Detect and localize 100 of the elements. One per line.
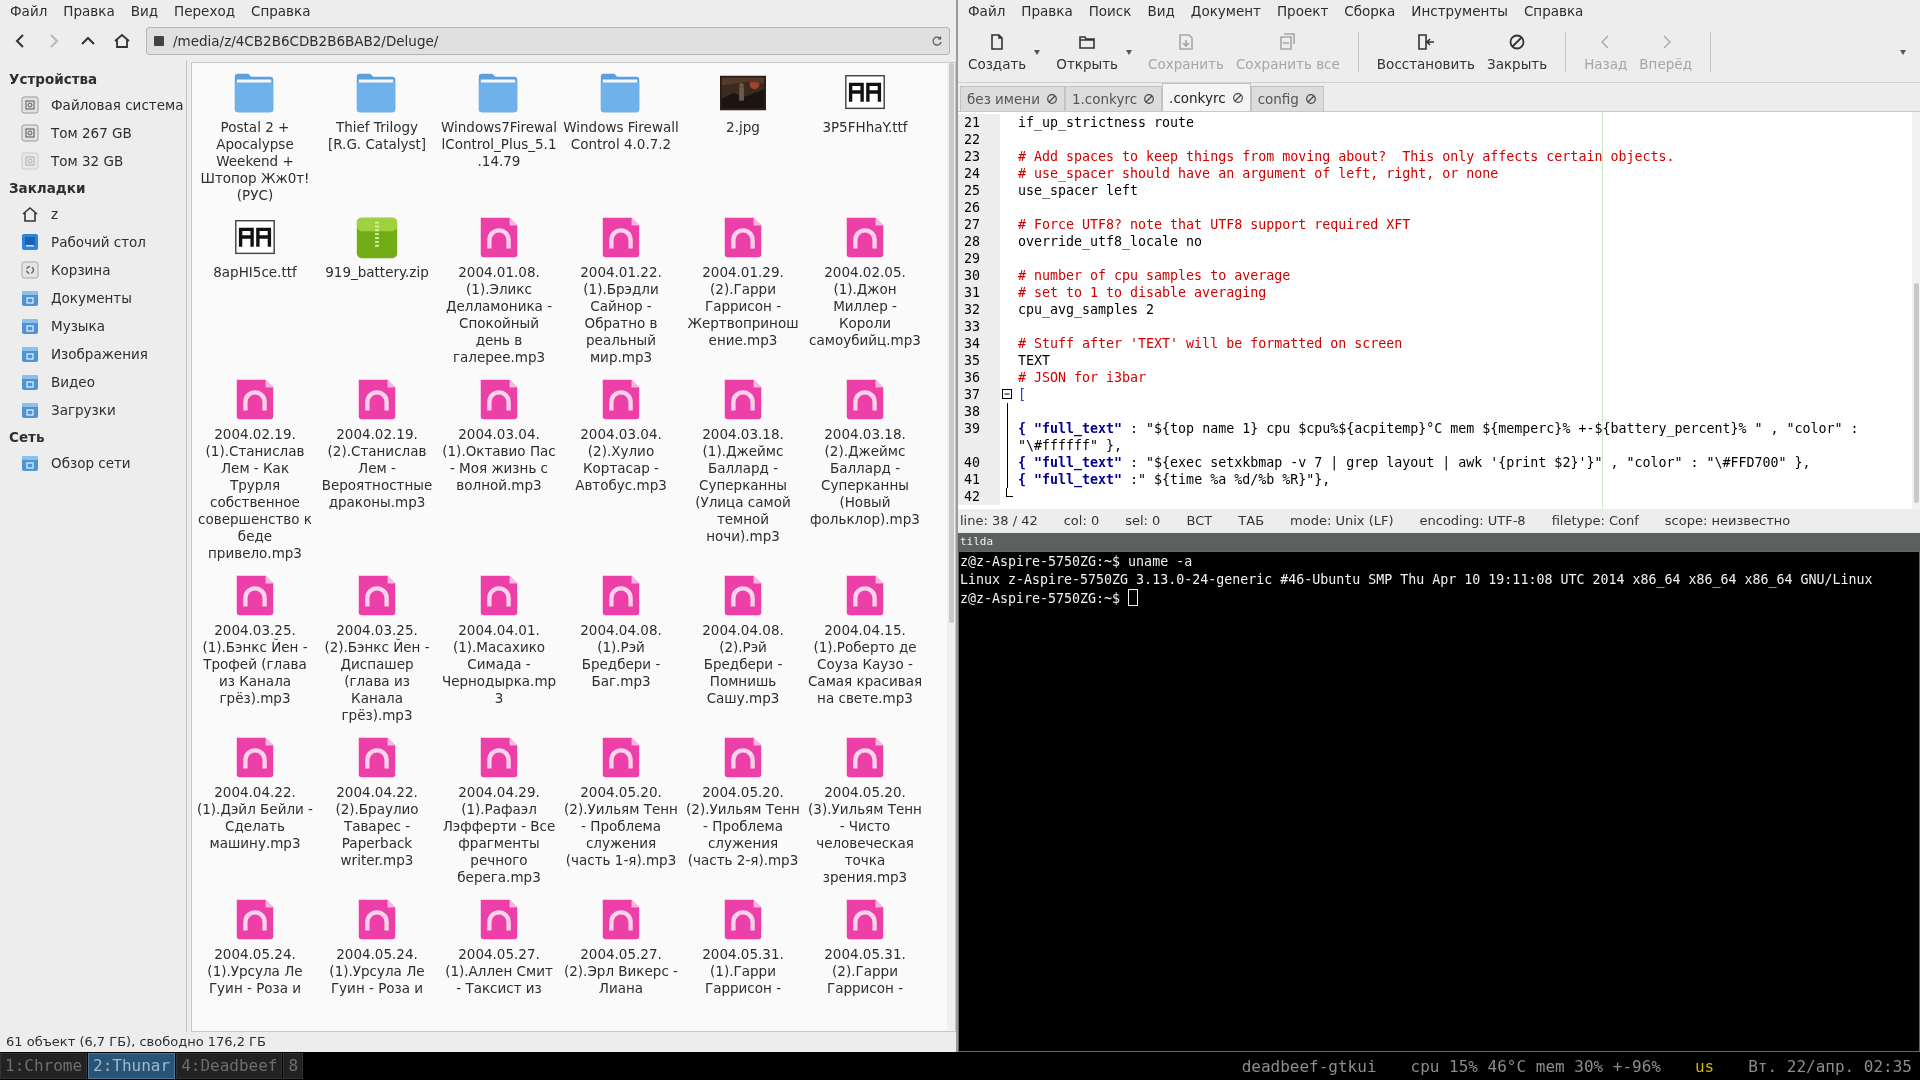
scrollbar-thumb[interactable] — [949, 63, 954, 623]
menu-item[interactable]: Инструменты — [1403, 3, 1516, 19]
file-name[interactable]: 2004.04.29. (1).Рафаэл Лэфферти - Все фрагменты речного берега.mp3 — [441, 784, 557, 886]
tab[interactable]: 1.conkyrc — [1064, 86, 1163, 111]
sidebar-heading: Сеть — [8, 428, 46, 447]
tab[interactable]: без имени — [960, 86, 1065, 111]
close-icon[interactable] — [1045, 93, 1058, 105]
status-text: deadbeef-gtkui — [1241, 1056, 1377, 1076]
overflow-icon[interactable] — [1898, 47, 1908, 57]
file-name[interactable]: Thief Trilogy [R.G. Catalyst] — [319, 119, 435, 153]
file-name[interactable]: 2004.05.24. (1).Урсула Ле Гуин - Роза и — [319, 946, 435, 997]
file-name[interactable]: 2.jpg — [685, 119, 801, 136]
file-name[interactable]: 2004.05.27. (1).Аллен Смит - Таксист из — [441, 946, 557, 997]
home-icon[interactable] — [112, 31, 132, 51]
line-number: 41 — [958, 471, 1000, 488]
file-name[interactable]: Postal 2 + Apocalypse Weekend + Штопор Жж0т! (РУС) — [197, 119, 313, 204]
file-name[interactable]: 2004.04.08. (1).Рэй Бредбери - Баг.mp3 — [563, 622, 679, 690]
drive-icon — [153, 35, 165, 47]
caret-icon[interactable] — [1124, 47, 1134, 57]
file-name[interactable]: 2004.03.25. (2).Бэнкс Йен - Диспашер (глава из Канала грёз).mp3 — [319, 622, 435, 724]
close-icon[interactable] — [1143, 93, 1156, 105]
file-name[interactable]: 2004.03.04. (2).Хулио Кортасар - Автобус.mp3 — [563, 426, 679, 494]
file-name[interactable]: 2004.03.25. (1).Бэнкс Йен - Трофей (глава из Канала грёз).mp3 — [197, 622, 313, 707]
file-name[interactable]: 2004.04.22. (2).Браулио Таварес - Paperback writer.mp3 — [319, 784, 435, 869]
file-name[interactable]: Windows7FirewallControl_Plus_5.1.14.79 — [441, 119, 557, 170]
file-name[interactable]: 2004.03.04. (1).Октавио Пас - Моя жизнь с волной.mp3 — [441, 426, 557, 494]
line-number: 42 — [958, 488, 1000, 505]
close-icon[interactable] — [1304, 93, 1317, 105]
file-name[interactable]: 8apHI5ce.ttf — [197, 264, 313, 281]
file-name[interactable]: 3P5FHhaY.ttf — [807, 119, 923, 136]
code-line: # JSON for i3bar — [1018, 369, 1148, 386]
scrollbar-thumb[interactable] — [1914, 283, 1919, 503]
reload-icon[interactable] — [931, 35, 943, 47]
tab[interactable]: config — [1250, 86, 1324, 111]
file-name[interactable]: 2004.04.01. (1).Масахико Симада - Чернодырка.mp3 — [441, 622, 557, 707]
sidebar-item[interactable]: Рабочий стол — [51, 234, 146, 250]
file-name[interactable]: 2004.01.29. (2).Гарри Гаррисон - Жертвоприношение.mp3 — [685, 264, 801, 349]
file-name[interactable]: 2004.05.31. (2).Гарри Гаррисон - — [807, 946, 923, 997]
toolbar-button[interactable]: Восстановить — [1370, 28, 1481, 76]
file-name[interactable]: 2004.03.18. (1).Джеймс Баллард - Суперканны (Улица самой темной ночи).mp3 — [685, 426, 801, 545]
sidebar-item[interactable]: Загрузки — [51, 402, 116, 418]
menu-item[interactable]: Справка — [243, 3, 319, 19]
file-name[interactable]: Windows Firewall Control 4.0.7.2 — [563, 119, 679, 153]
menu-item[interactable]: Сборка — [1336, 3, 1404, 19]
file-name[interactable]: 2004.01.22. (1).Брэдли Сайнор - Обратно в реальный мир.mp3 — [563, 264, 679, 366]
menu-item[interactable]: Поиск — [1080, 3, 1140, 19]
file-name[interactable]: 2004.05.20. (3).Уильям Тенн - Чисто человеческая точка зрения.mp3 — [807, 784, 923, 886]
menu-item[interactable]: Вид — [1139, 3, 1183, 19]
menu-item[interactable]: Документ — [1182, 3, 1269, 19]
toolbar-button[interactable]: Закрыть — [1481, 28, 1554, 76]
file-name[interactable]: 2004.04.15. (1).Роберто де Соуза Каузо - Самая красивая на свете.mp3 — [807, 622, 923, 707]
back-icon — [1600, 35, 1611, 49]
workspace-button[interactable]: 2:Thunar — [88, 1053, 176, 1079]
sidebar-item[interactable]: Обзор сети — [51, 455, 131, 471]
menu-item[interactable]: Переход — [166, 3, 243, 19]
file-name[interactable]: 2004.05.31. (1).Гарри Гаррисон - — [685, 946, 801, 997]
sidebar-item[interactable]: Изображения — [51, 346, 148, 362]
status-item: encoding: UTF-8 — [1419, 512, 1526, 528]
sidebar-item[interactable]: Музыка — [51, 318, 105, 334]
file-name[interactable]: 2004.03.18. (2).Джеймс Баллард - Суперканны (Новый фольклор).mp3 — [807, 426, 923, 528]
tab[interactable]: .conkyrc — [1162, 83, 1251, 111]
sidebar-item[interactable]: Файловая система — [51, 97, 184, 113]
code-line: [ — [1018, 386, 1027, 403]
menu-item[interactable]: Справка — [1515, 3, 1592, 19]
menu-item[interactable]: Правка — [55, 3, 123, 19]
code-line: use_spacer left — [1018, 182, 1140, 199]
sidebar-item[interactable]: z — [51, 206, 59, 222]
file-name[interactable]: 2004.02.19. (2).Станислав Лем - Вероятностные драконы.mp3 — [319, 426, 435, 511]
menu-item[interactable]: Файл — [960, 3, 1014, 19]
menu-item[interactable]: Правка — [1013, 3, 1081, 19]
file-name[interactable]: 2004.05.20. (2).Уильям Тенн - Проблема служения (часть 2-я).mp3 — [685, 784, 801, 869]
toolbar-button[interactable]: Создать — [962, 28, 1033, 76]
terminal-line: z@z-Aspire-5750ZG:~$ — [960, 591, 1122, 606]
menu-item[interactable]: Файл — [2, 3, 56, 19]
file-name[interactable]: 2004.05.27. (2).Эрл Викерс - Лиана — [563, 946, 679, 997]
code-line: override_utf8_locale no — [1018, 233, 1204, 250]
sidebar-item[interactable]: Документы — [51, 290, 132, 306]
code-line: # Add spaces to keep things from moving about? This only affects certain objects. — [1018, 148, 1676, 165]
menu-item[interactable]: Проект — [1268, 3, 1337, 19]
sidebar-item[interactable]: Корзина — [51, 262, 111, 278]
file-name[interactable]: 2004.02.05. (1).Джон Миллер - Короли самоубийц.mp3 — [807, 264, 923, 349]
line-number: 27 — [958, 216, 1000, 233]
close-icon[interactable] — [1231, 91, 1244, 104]
file-name[interactable]: 919_battery.zip — [319, 264, 435, 281]
menu-item[interactable]: Вид — [122, 3, 167, 19]
fold-end-line — [1006, 488, 1013, 497]
status-text: us — [1694, 1056, 1715, 1076]
file-name[interactable]: 2004.04.22. (1).Дэйл Бейли - Сделать машину.mp3 — [197, 784, 313, 852]
toolbar-button[interactable]: Открыть — [1050, 28, 1124, 76]
file-name[interactable]: 2004.02.19. (1).Станислав Лем - Как Трурля собственное совершенство к беде привело.mp3 — [197, 426, 313, 562]
file-name[interactable]: 2004.01.08. (1).Эликс Делламоника - Спокойный день в галерее.mp3 — [441, 264, 557, 366]
file-name[interactable]: 2004.05.20. (2).Уильям Тенн - Проблема служения (часть 1-я).mp3 — [563, 784, 679, 869]
file-name[interactable]: 2004.05.24. (1).Урсула Ле Гуин - Роза и — [197, 946, 313, 997]
file-name[interactable]: 2004.04.08. (2).Рэй Бредбери - Помнишь Сашу.mp3 — [685, 622, 801, 707]
fold-marker-icon[interactable] — [1002, 389, 1012, 399]
caret-icon[interactable] — [1032, 47, 1043, 57]
sidebar-item[interactable]: Том 267 GB — [51, 125, 132, 141]
path-field[interactable]: /media/z/4CB2B6CDB2B6BAB2/Deluge/ — [146, 27, 950, 55]
save-all-icon — [1277, 32, 1298, 52]
sidebar-item[interactable]: Видео — [51, 374, 95, 390]
